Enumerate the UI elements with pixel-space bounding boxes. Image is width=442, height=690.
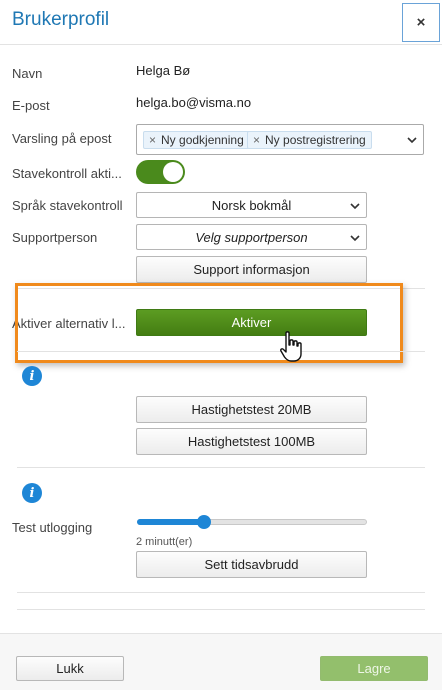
- divider: [17, 609, 425, 610]
- logout-slider-fill: [137, 519, 204, 525]
- notify-chip[interactable]: × Ny godkjenning: [143, 131, 250, 149]
- spellcheck-lang-value: Norsk bokmål: [211, 197, 292, 213]
- divider: [17, 592, 425, 593]
- support-label: Supportperson: [12, 230, 98, 245]
- notify-chip[interactable]: × Ny postregistrering: [247, 131, 372, 149]
- spellcheck-lang-select[interactable]: Norsk bokmål: [136, 192, 367, 218]
- set-timeout-button[interactable]: Sett tidsavbrudd: [136, 551, 367, 578]
- speedtest-100mb-button[interactable]: Hastighetstest 100MB: [136, 428, 367, 455]
- notify-label: Varsling på epost: [12, 131, 112, 146]
- chip-remove-icon[interactable]: ×: [149, 133, 156, 147]
- close-dialog-button[interactable]: Lukk: [16, 656, 124, 681]
- toggle-knob: [163, 162, 183, 182]
- divider: [17, 351, 425, 352]
- dialog-title: Brukerprofil: [12, 9, 110, 30]
- spellcheck-toggle[interactable]: [136, 160, 185, 184]
- hand-cursor-icon: [280, 331, 302, 362]
- support-person-placeholder: Velg supportperson: [195, 229, 308, 245]
- notify-chip-label: Ny godkjenning: [161, 133, 244, 147]
- info-icon[interactable]: i: [22, 483, 42, 503]
- support-info-button[interactable]: Support informasjon: [136, 256, 367, 283]
- logout-slider-value: 2 minutt(er): [136, 536, 193, 548]
- email-label: E-post: [12, 98, 50, 113]
- speedtest-20mb-button[interactable]: Hastighetstest 20MB: [136, 396, 367, 423]
- close-button[interactable]: ×: [402, 3, 440, 42]
- chevron-down-icon[interactable]: [407, 135, 417, 145]
- notify-chip-label: Ny postregistrering: [265, 133, 366, 147]
- chip-remove-icon[interactable]: ×: [253, 133, 260, 147]
- info-icon[interactable]: i: [22, 366, 42, 386]
- close-icon: ×: [416, 14, 426, 31]
- spellcheck-label: Stavekontroll akti...: [12, 166, 122, 181]
- email-value: helga.bo@visma.no: [136, 95, 252, 110]
- spellcheck-lang-label: Språk stavekontroll: [12, 198, 123, 213]
- logout-slider-thumb[interactable]: [196, 515, 211, 529]
- divider: [17, 467, 425, 468]
- name-value: Helga Bø: [136, 63, 191, 78]
- chevron-down-icon: [350, 203, 360, 210]
- name-label: Navn: [12, 66, 43, 81]
- notify-multiselect[interactable]: × Ny godkjenning × Ny postregistrering: [136, 124, 424, 155]
- support-person-select[interactable]: Velg supportperson: [136, 224, 367, 250]
- logout-label: Test utlogging: [12, 520, 93, 535]
- chevron-down-icon: [350, 235, 360, 242]
- save-button[interactable]: Lagre: [320, 656, 428, 681]
